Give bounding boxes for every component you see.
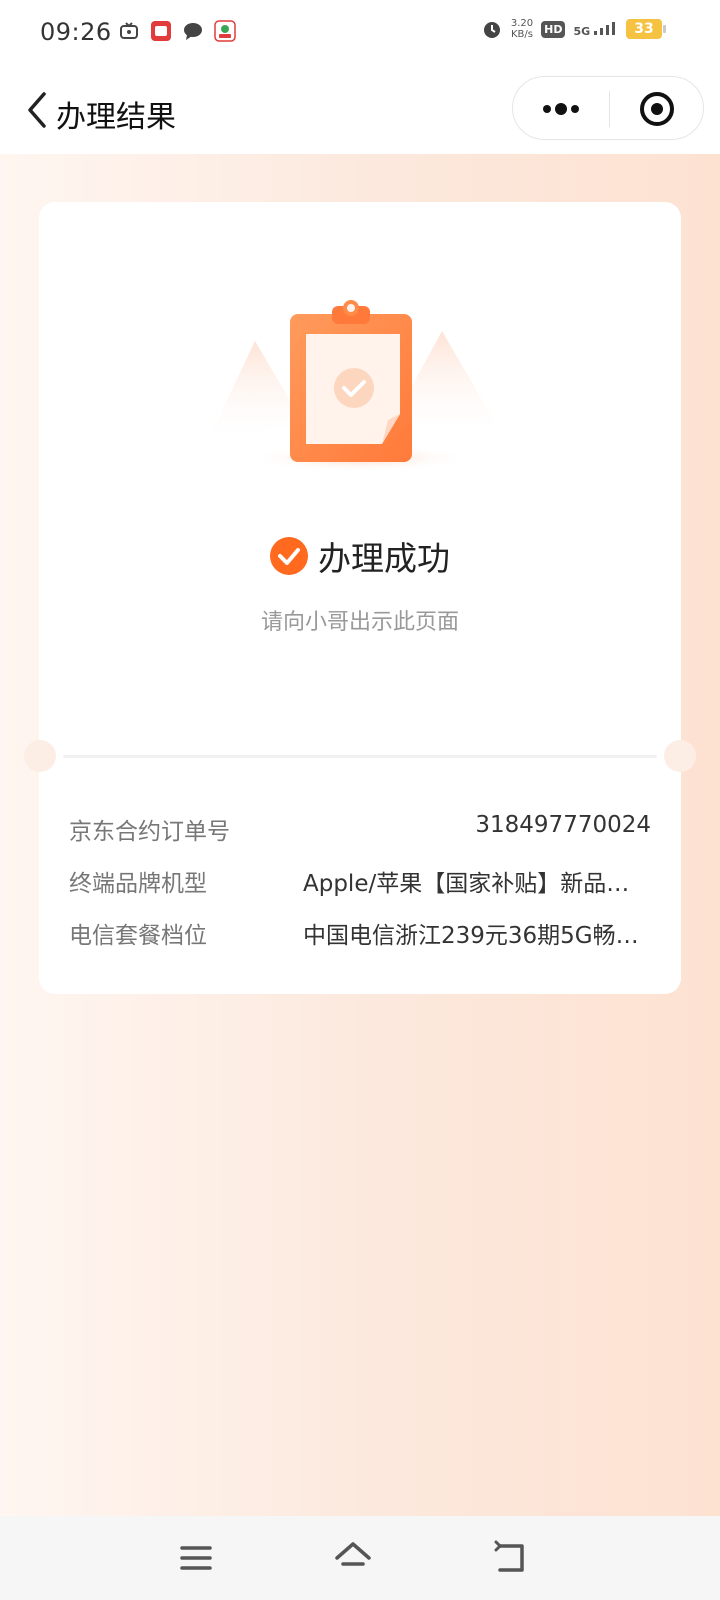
home-icon[interactable] — [333, 1538, 373, 1578]
navigation-bar: 办理结果 — [0, 66, 720, 154]
detail-row-order: 京东合约订单号 318497770024 — [69, 812, 651, 852]
network-type: 5G — [573, 21, 618, 37]
card-notch-left — [24, 740, 56, 772]
result-hint: 请向小哥出示此页面 — [260, 610, 459, 635]
card-divider — [63, 755, 657, 758]
status-bar: 09:26 3.20 KB/s HD 5G 33 — [0, 0, 720, 66]
detail-row-plan: 电信套餐档位 中国电信浙江239元36期5G畅… — [69, 916, 651, 956]
battery-icon: 33 — [626, 19, 666, 39]
result-status-text: 办理成功 — [318, 539, 450, 578]
alarm-icon — [483, 22, 500, 38]
chat-icon — [184, 23, 202, 40]
shopping-app-icon — [151, 21, 171, 41]
detail-label: 电信套餐档位 — [69, 923, 207, 949]
more-dots-icon[interactable] — [513, 77, 609, 141]
net-speed: 3.20 KB/s — [511, 18, 533, 40]
tv-app-icon — [120, 22, 138, 39]
system-navigation-bar — [0, 1516, 720, 1600]
status-time: 09:26 — [40, 18, 112, 46]
hd-badge: HD — [541, 20, 566, 38]
notification-icons — [118, 20, 236, 42]
signal-icon — [594, 22, 615, 35]
detail-value: 318497770024 — [475, 812, 651, 838]
back-icon[interactable] — [490, 1538, 530, 1578]
system-status-icons: 3.20 KB/s HD 5G 33 — [481, 18, 666, 40]
miniprogram-capsule — [512, 76, 704, 140]
detail-value: 中国电信浙江239元36期5G畅… — [303, 923, 639, 949]
clipboard-success-illustration — [210, 300, 500, 472]
result-status: 办理成功 — [270, 532, 450, 580]
chevron-left-icon[interactable] — [20, 88, 54, 132]
page-title: 办理结果 — [56, 100, 176, 135]
detail-label: 京东合约订单号 — [69, 819, 230, 845]
carrier-app-icon — [214, 20, 236, 42]
detail-label: 终端品牌机型 — [69, 871, 207, 897]
network-label: 5G — [573, 25, 591, 38]
detail-value: Apple/苹果【国家补贴】新品… — [303, 871, 630, 897]
check-circle-icon — [270, 537, 308, 575]
net-speed-unit: KB/s — [510, 29, 533, 40]
menu-icon[interactable] — [176, 1538, 216, 1578]
target-close-icon[interactable] — [610, 77, 705, 141]
detail-row-device: 终端品牌机型 Apple/苹果【国家补贴】新品… — [69, 864, 651, 904]
net-speed-value: 3.20 — [510, 18, 534, 29]
card-notch-right — [664, 740, 696, 772]
